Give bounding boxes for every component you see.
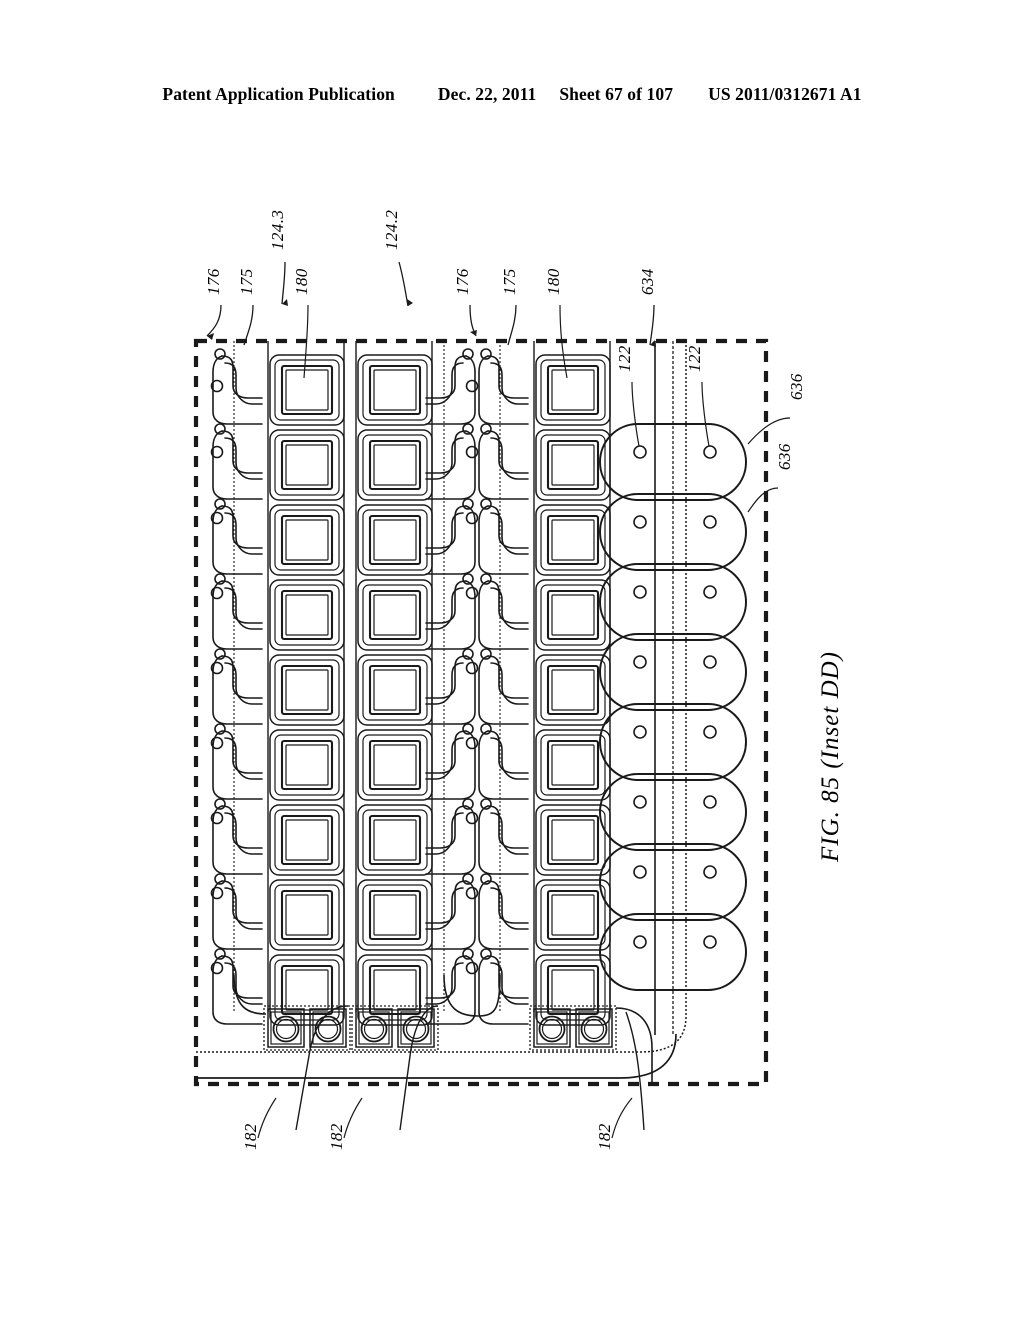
channel-returns [233, 974, 501, 1017]
label-175-right: 175 [500, 268, 519, 346]
svg-text:182: 182 [595, 1123, 614, 1150]
label-124-2: 124.2 [382, 210, 413, 307]
label-180-right: 180 [544, 268, 568, 379]
patent-page: Patent Application Publication Dec. 22, … [0, 0, 1024, 1320]
label-182-b: 182 [327, 1097, 363, 1150]
label-176-left: 176 [204, 268, 223, 340]
label-124-3: 124.3 [268, 210, 288, 306]
svg-text:182: 182 [241, 1123, 260, 1150]
svg-text:124.2: 124.2 [382, 210, 401, 250]
label-182-c: 182 [595, 1097, 633, 1150]
label-180-left: 180 [292, 268, 311, 379]
cell-column-b [356, 353, 434, 1027]
cell-column-a [212, 348, 346, 1027]
bottom-pad-group-left [263, 1005, 351, 1051]
svg-text:636: 636 [787, 373, 806, 400]
label-175-left: 175 [237, 268, 256, 346]
svg-text:122: 122 [615, 345, 634, 372]
cell-column-c [478, 348, 612, 1027]
svg-text:175: 175 [237, 268, 256, 295]
figure-drawing: 176 175 124.3 180 124.2 176 175 180 634 … [0, 0, 1024, 1320]
label-182-a: 182 [241, 1097, 277, 1150]
figure-caption: FIG. 85 (Inset DD) [817, 651, 844, 863]
cell-column-b-feeds [425, 348, 476, 1025]
label-122-a: 122 [615, 345, 640, 447]
label-636-a: 636 [747, 373, 806, 445]
svg-text:180: 180 [292, 268, 311, 295]
label-176-right: 176 [453, 268, 477, 337]
label-636-b: 636 [747, 443, 794, 513]
svg-text:634: 634 [638, 268, 657, 295]
bottom-pad-group-right [529, 1005, 617, 1051]
svg-text:636: 636 [775, 443, 794, 470]
svg-text:182: 182 [327, 1123, 346, 1150]
svg-text:124.3: 124.3 [268, 210, 287, 250]
bus-line-634 [654, 341, 674, 1035]
label-122-b: 122 [685, 345, 710, 447]
svg-text:180: 180 [544, 268, 563, 295]
svg-text:175: 175 [500, 268, 519, 295]
svg-text:176: 176 [453, 268, 472, 295]
svg-text:122: 122 [685, 345, 704, 372]
label-634: 634 [638, 268, 657, 347]
svg-text:176: 176 [204, 268, 223, 295]
